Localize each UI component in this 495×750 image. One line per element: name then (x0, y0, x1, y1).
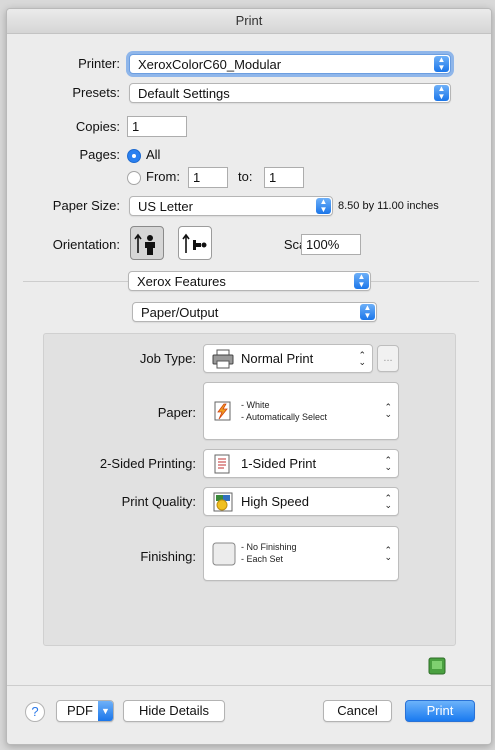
pages-to-label: to: (238, 169, 253, 184)
chevron-updown-icon: ⌃ ⌄ (384, 402, 392, 419)
paper-line2: - Automatically Select (241, 412, 328, 422)
printer-icon (212, 349, 234, 369)
document-icon (214, 454, 230, 474)
popup-arrows-icon: ▲ ▼ (316, 198, 331, 214)
paper-size-value: US Letter (138, 199, 193, 214)
copies-label: Copies: (75, 119, 120, 134)
finishing-popup[interactable]: - No Finishing - Each Set ⌃ ⌄ (203, 526, 399, 581)
print-dialog: Print Printer: XeroxColorC60_Modular ▲ ▼ … (6, 8, 492, 745)
orientation-label: Orientation: (52, 237, 120, 252)
cancel-button[interactable]: Cancel (323, 700, 392, 722)
presets-value: Default Settings (138, 86, 230, 101)
printer-popup[interactable]: XeroxColorC60_Modular ▲ ▼ (129, 54, 451, 74)
landscape-icon (182, 233, 207, 253)
finishing-line2: - Each Set (241, 554, 284, 564)
sub-popup-value: Paper/Output (141, 305, 219, 320)
paper-size-dimensions: 8.50 by 11.00 inches (338, 200, 439, 212)
pages-label: Pages: (79, 147, 120, 162)
section-popup[interactable]: Xerox Features ▲ ▼ (128, 271, 371, 291)
pages-all-label: All (146, 147, 161, 162)
popup-arrows-icon: ▲ ▼ (360, 304, 375, 320)
finishing-label: Finishing: (140, 549, 196, 564)
footer-divider (7, 685, 491, 686)
job-type-value: Normal Print (241, 351, 314, 366)
finishing-line1: - No Finishing (241, 542, 297, 552)
sub-popup[interactable]: Paper/Output ▲ ▼ (132, 302, 377, 322)
print-quality-label: Print Quality: (121, 494, 196, 509)
printer-value: XeroxColorC60_Modular (138, 57, 282, 72)
hide-details-button[interactable]: Hide Details (123, 700, 225, 722)
popup-arrows-icon: ▲ ▼ (434, 85, 449, 101)
printer-label: Printer: (78, 56, 120, 71)
window-title: Print (7, 9, 491, 34)
presets-label: Presets: (72, 85, 120, 100)
chevron-updown-icon: ⌃ ⌄ (384, 545, 392, 562)
job-type-more-button[interactable]: ... (377, 345, 399, 372)
pages-from-field[interactable]: 1 (188, 167, 228, 188)
print-quality-popup[interactable]: High Speed ⌃ ⌄ (203, 487, 399, 516)
pages-from-label: From: (146, 169, 180, 184)
paper-size-popup[interactable]: US Letter ▲ ▼ (129, 196, 333, 216)
status-icon[interactable] (428, 657, 446, 675)
print-button[interactable]: Print (405, 700, 475, 722)
pages-range-radio[interactable] (127, 171, 141, 185)
quality-icon (213, 492, 233, 512)
paper-icon (214, 401, 231, 421)
copies-field[interactable]: 1 (127, 116, 187, 137)
paper-label: Paper: (157, 405, 196, 420)
section-popup-value: Xerox Features (137, 274, 226, 289)
paper-size-label: Paper Size: (52, 198, 120, 213)
features-panel: Job Type: Normal Print ⌃ ⌄ ... Paper: - W… (43, 333, 456, 646)
popup-arrows-icon: ▲ ▼ (354, 273, 369, 289)
two-sided-label: 2-Sided Printing: (99, 456, 196, 471)
two-sided-popup[interactable]: 1-Sided Print ⌃ ⌄ (203, 449, 399, 478)
pages-all-radio[interactable] (127, 149, 141, 163)
chevron-updown-icon: ⌃ ⌄ (358, 350, 366, 367)
presets-popup[interactable]: Default Settings ▲ ▼ (129, 83, 451, 103)
pages-to-field[interactable]: 1 (264, 167, 304, 188)
finishing-icon (212, 542, 236, 566)
portrait-icon (134, 233, 155, 255)
chevron-down-icon: ▼ (98, 701, 113, 721)
job-type-popup[interactable]: Normal Print ⌃ ⌄ (203, 344, 373, 373)
help-button[interactable]: ? (25, 702, 45, 722)
pdf-label: PDF (67, 703, 93, 718)
orientation-landscape-button[interactable] (178, 226, 212, 260)
two-sided-value: 1-Sided Print (241, 456, 317, 471)
orientation-portrait-button[interactable] (130, 226, 164, 260)
paper-line1: - White (241, 400, 270, 410)
chevron-updown-icon: ⌃ ⌄ (384, 455, 392, 472)
print-quality-value: High Speed (241, 494, 309, 509)
pdf-button[interactable]: PDF ▼ (56, 700, 114, 722)
popup-arrows-icon: ▲ ▼ (434, 56, 449, 72)
scale-field[interactable]: 100% (301, 234, 361, 255)
chevron-updown-icon: ⌃ ⌄ (384, 493, 392, 510)
job-type-label: Job Type: (139, 351, 196, 366)
paper-popup[interactable]: - White - Automatically Select ⌃ ⌄ (203, 382, 399, 440)
